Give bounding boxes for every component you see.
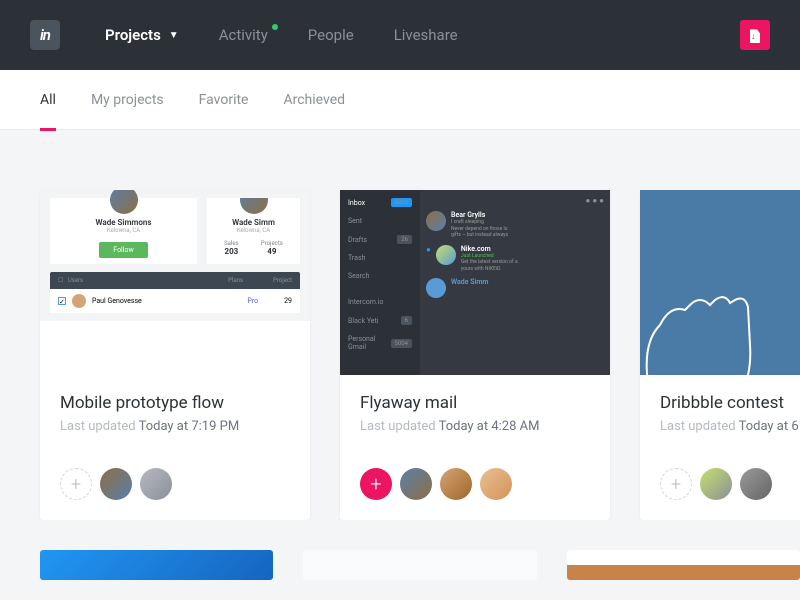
tab-favorite[interactable]: Favorite	[199, 70, 249, 130]
project-card[interactable]	[567, 550, 800, 580]
project-card[interactable]: Wade Simmons Kelowna, CA Follow Wade Sim…	[40, 190, 310, 520]
collaborator-avatar[interactable]	[100, 468, 132, 500]
logo[interactable]: in	[30, 20, 60, 50]
project-thumbnail: Inbox5033 Sent Drafts26 Trash Search Int…	[340, 190, 610, 375]
project-title: Flyaway mail	[360, 393, 590, 413]
collaborator-avatar[interactable]	[140, 468, 172, 500]
collaborator-avatar[interactable]	[700, 468, 732, 500]
nav-activity[interactable]: Activity	[219, 26, 268, 44]
project-meta: Last updated Today at 7:19 PM	[60, 419, 290, 434]
nav-projects-label: Projects	[105, 26, 161, 44]
nav-projects[interactable]: Projects ▼	[105, 26, 179, 44]
upload-button[interactable]	[740, 20, 770, 50]
project-grid: Wade Simmons Kelowna, CA Follow Wade Sim…	[0, 130, 800, 520]
collaborator-avatar[interactable]	[480, 468, 512, 500]
project-card[interactable]: Dribbble contest Last updated Today at 6…	[640, 190, 800, 520]
project-thumbnail: Wade Simmons Kelowna, CA Follow Wade Sim…	[40, 190, 310, 375]
plus-icon: +	[71, 474, 81, 495]
main-nav: Projects ▼ Activity People Liveshare	[105, 26, 458, 44]
collaborator-avatar[interactable]	[440, 468, 472, 500]
project-card[interactable]: Inbox5033 Sent Drafts26 Trash Search Int…	[340, 190, 610, 520]
nav-activity-label: Activity	[219, 26, 268, 44]
collaborator-avatar[interactable]	[740, 468, 772, 500]
upload-file-icon	[748, 27, 762, 43]
chevron-down-icon: ▼	[169, 30, 179, 41]
project-grid-row2	[0, 520, 800, 580]
plus-icon: +	[671, 474, 681, 495]
add-collaborator-button[interactable]: +	[360, 468, 392, 500]
project-title: Dribbble contest	[660, 393, 800, 413]
add-collaborator-button[interactable]: +	[660, 468, 692, 500]
tab-all[interactable]: All	[40, 70, 56, 130]
tab-archived[interactable]: Archieved	[283, 70, 345, 130]
project-meta: Last updated Today at 6	[660, 419, 800, 434]
project-card[interactable]	[40, 550, 273, 580]
notification-dot-icon	[272, 24, 278, 30]
tab-my-projects[interactable]: My projects	[91, 70, 164, 130]
add-collaborator-button[interactable]: +	[60, 468, 92, 500]
header: in Projects ▼ Activity People Liveshare	[0, 0, 800, 70]
collaborator-avatar[interactable]	[400, 468, 432, 500]
project-title: Mobile prototype flow	[60, 393, 290, 413]
project-meta: Last updated Today at 4:28 AM	[360, 419, 590, 434]
plus-icon: +	[370, 472, 381, 496]
project-card[interactable]	[303, 550, 536, 580]
project-tabs: All My projects Favorite Archieved	[0, 70, 800, 130]
nav-people[interactable]: People	[308, 26, 354, 44]
nav-liveshare[interactable]: Liveshare	[394, 26, 458, 44]
project-thumbnail	[640, 190, 800, 375]
